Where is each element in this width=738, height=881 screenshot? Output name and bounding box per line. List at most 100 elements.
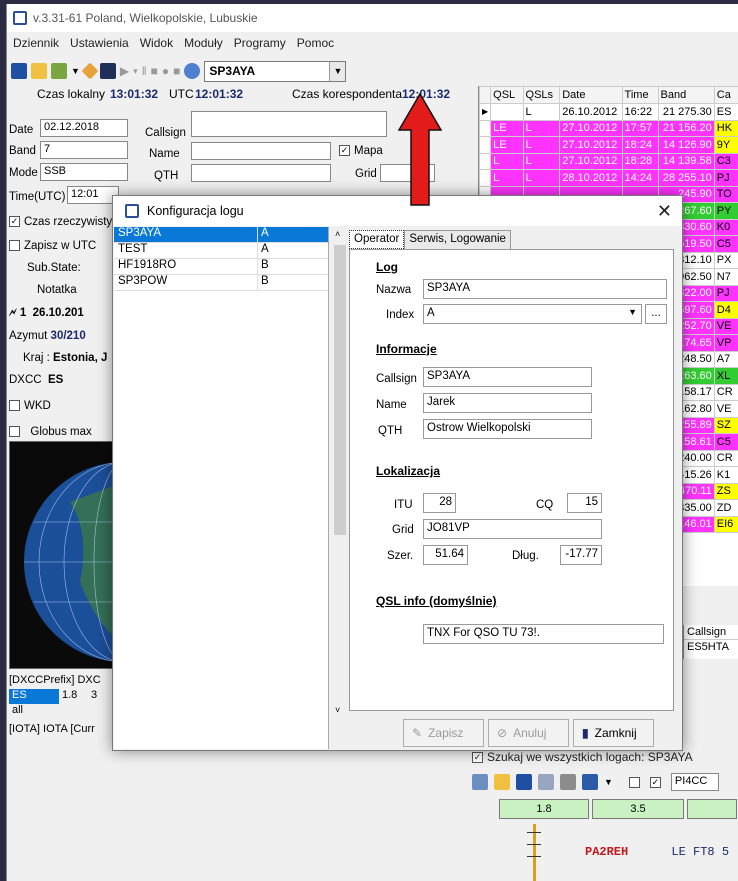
profile-row[interactable]: HF1918RO B (114, 259, 328, 275)
dxcc-prefix-cell[interactable]: all (9, 704, 119, 719)
table-row[interactable]: ▶ L 26.10.2012 16:22 21 275.30 ES (479, 103, 738, 121)
lat-input[interactable]: 51.64 (423, 545, 468, 565)
country: Kraj : Estonia, J (23, 352, 107, 364)
close-button[interactable]: ▮ Zamknij (573, 719, 654, 747)
menu-ustawienia[interactable]: Ustawienia (70, 36, 129, 56)
tools-icon[interactable] (51, 63, 67, 79)
op-qth-input[interactable]: Ostrow Wielkopolski (423, 419, 592, 439)
table-row[interactable]: LE L 27.10.2012 17:57 21 156.20 HK (479, 119, 738, 137)
profile-row[interactable]: SP3AYA A (114, 227, 328, 243)
menu-programy[interactable]: Programy (234, 36, 286, 56)
menu-pomoc[interactable]: Pomoc (297, 36, 334, 56)
band-cell[interactable] (687, 799, 737, 819)
mapa-checkbox[interactable]: ✓ Mapa (339, 145, 383, 157)
save-utc-checkbox[interactable]: Zapisz w UTC (9, 240, 96, 252)
filter-icon[interactable] (538, 774, 554, 790)
bandmap-spot[interactable]: PA2REH LE FT8 5 (585, 845, 729, 859)
dialog-scrollbar[interactable]: ˄ ˅ (332, 227, 348, 717)
table-cell-time: 17:57 (621, 119, 659, 137)
table-row[interactable]: L L 27.10.2012 18:28 14 139.58 C3 (479, 152, 738, 170)
chevron-down-icon: ▼ (628, 307, 637, 317)
table-row[interactable]: L L 28.10.2012 14:24 28 255.10 PJ (479, 169, 738, 187)
filter-checkbox[interactable]: ✓ (649, 776, 661, 788)
menu-widok[interactable]: Widok (140, 36, 173, 56)
cq-input[interactable]: 15 (567, 493, 602, 513)
op-grid-value: JO81VP (427, 522, 470, 534)
menu-dziennik[interactable]: Dziennik (13, 36, 59, 56)
menu-moduly[interactable]: Moduły (184, 36, 223, 56)
chevron-down-icon[interactable]: ˅ (335, 705, 340, 715)
name-input[interactable] (191, 142, 331, 160)
record-icon[interactable]: ● (162, 64, 169, 78)
table-cell-ca: A7 (713, 350, 738, 368)
col-date[interactable]: Date (559, 86, 623, 104)
disk-icon[interactable] (99, 63, 116, 79)
band-cell[interactable]: 3.5 (592, 799, 684, 819)
cancel-icon: ⊘ (497, 726, 508, 740)
save-button[interactable]: ✎ Zapisz (403, 719, 484, 747)
chevron-down-icon[interactable]: ▼ (329, 61, 346, 81)
dxcc-prefix-row[interactable]: ES 1.8 3 (9, 689, 119, 704)
log-index-select[interactable]: A ▼ (423, 304, 642, 324)
table-row[interactable]: LE L 27.10.2012 18:24 14 126.90 9Y (479, 136, 738, 154)
play-icon[interactable]: ▶ (120, 64, 129, 78)
mode-select[interactable]: SSB (40, 163, 128, 181)
pause-icon[interactable]: ‖ (142, 64, 147, 78)
col-ca[interactable]: Ca (713, 86, 738, 104)
op-callsign-input[interactable]: SP3AYA (423, 367, 592, 387)
wkd-checkbox[interactable]: WKD (9, 400, 51, 412)
tab-operator[interactable]: Operator (349, 230, 405, 249)
callsign-input[interactable] (191, 111, 387, 137)
globus-checkbox[interactable]: Globus max (9, 426, 92, 438)
stop-icon[interactable]: ■ (151, 64, 158, 78)
date-field[interactable]: 02.12.2018 (40, 119, 128, 137)
qsl-info-input[interactable]: TNX For QSO TU 73!. (423, 624, 664, 644)
new-icon[interactable] (494, 774, 510, 790)
col-band[interactable]: Band (657, 86, 715, 104)
export-icon[interactable] (582, 774, 598, 790)
band-select[interactable]: 7 (40, 141, 128, 159)
log-name-input[interactable]: SP3AYA (423, 279, 667, 299)
chevron-down-icon[interactable]: ▾ (133, 66, 138, 77)
chevron-up-icon[interactable]: ˄ (335, 229, 340, 239)
diamond-icon[interactable] (81, 62, 99, 80)
lon-input[interactable]: -17.77 (560, 545, 602, 565)
dxcc-value: ES (47, 374, 64, 386)
columns-icon[interactable] (560, 774, 576, 790)
profile-row[interactable]: TEST A (114, 243, 328, 259)
callsign-panel-value[interactable]: ES5HTA (684, 640, 738, 654)
chevron-down-icon[interactable]: ▼ (604, 777, 613, 787)
op-name-input[interactable]: Jarek (423, 393, 592, 413)
close-icon[interactable]: ✕ (657, 201, 672, 222)
callsign-combo[interactable]: SP3AYA ▼ (204, 60, 347, 82)
op-grid-input[interactable]: JO81VP (423, 519, 602, 539)
band-cell[interactable]: 1.8 (499, 799, 589, 819)
col-qsls[interactable]: QSLs (522, 86, 561, 104)
corr-time-label: Czas korespondenta (292, 87, 403, 101)
filter-checkbox[interactable] (628, 776, 640, 788)
profile-name: SP3AYA (114, 227, 258, 242)
database-icon[interactable] (184, 63, 201, 79)
search-all-logs[interactable]: ✓ Szukaj we wszystkich logach: SP3AYA (472, 750, 738, 768)
cq-label: CQ (536, 499, 554, 511)
save-icon[interactable] (11, 63, 27, 79)
globe-map[interactable] (9, 441, 123, 669)
cancel-button[interactable]: ⊘ Anuluj (488, 719, 569, 747)
new-icon[interactable] (31, 63, 47, 79)
tab-serwis[interactable]: Serwis, Logowanie (404, 230, 511, 249)
realtime-label: Czas rzeczywisty (24, 216, 113, 228)
chevron-down-icon[interactable]: ▼ (71, 66, 80, 76)
col-qsl[interactable]: QSL (490, 86, 524, 104)
browse-button[interactable]: ... (645, 304, 667, 324)
profile-row[interactable]: SP3POW B (114, 275, 328, 291)
scrollbar-thumb[interactable] (334, 245, 346, 535)
realtime-checkbox[interactable]: ✓ Czas rzeczywisty (9, 216, 112, 228)
grid-icon[interactable] (516, 774, 532, 790)
col-time[interactable]: Time (621, 86, 659, 104)
filter-input[interactable]: PI4CC (670, 773, 719, 791)
table-cell-date: 27.10.2012 (559, 119, 623, 137)
list-icon[interactable] (472, 774, 488, 790)
qth-input[interactable] (191, 164, 331, 182)
itu-input[interactable]: 28 (423, 493, 456, 513)
square-icon[interactable]: ■ (173, 64, 180, 78)
